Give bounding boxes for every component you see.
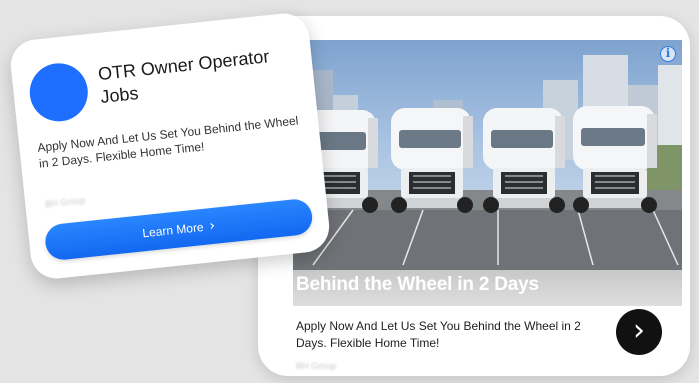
ad-headline[interactable]: Behind the Wheel in 2 Days: [296, 274, 539, 296]
info-icon[interactable]: i: [660, 46, 676, 62]
truck-2: [391, 108, 473, 213]
chevron-right-icon: ›: [633, 313, 645, 348]
truck-4: [573, 106, 657, 213]
advertiser-name: BH Group: [296, 361, 337, 371]
learn-more-label: Learn More ›: [44, 198, 314, 262]
learn-more-text: Learn More: [141, 219, 205, 241]
small-ad-card[interactable]: OTR Owner Operator Jobs Apply Now And Le…: [8, 10, 332, 282]
trucks-illustration: [293, 55, 682, 270]
truck-3: [483, 108, 565, 213]
ad-body-text: Apply Now And Let Us Set You Behind the …: [36, 113, 299, 171]
brand-logo-icon: [26, 60, 91, 125]
ad-body-text: Apply Now And Let Us Set You Behind the …: [296, 319, 581, 350]
advertiser-name: BH Group: [44, 195, 86, 210]
learn-more-button[interactable]: Learn More ›: [43, 197, 314, 262]
ad-title[interactable]: OTR Owner Operator Jobs: [97, 43, 291, 109]
chevron-right-icon: ›: [208, 217, 216, 235]
next-button[interactable]: ›: [616, 309, 662, 355]
ad-image-trucks[interactable]: i: [293, 40, 682, 270]
